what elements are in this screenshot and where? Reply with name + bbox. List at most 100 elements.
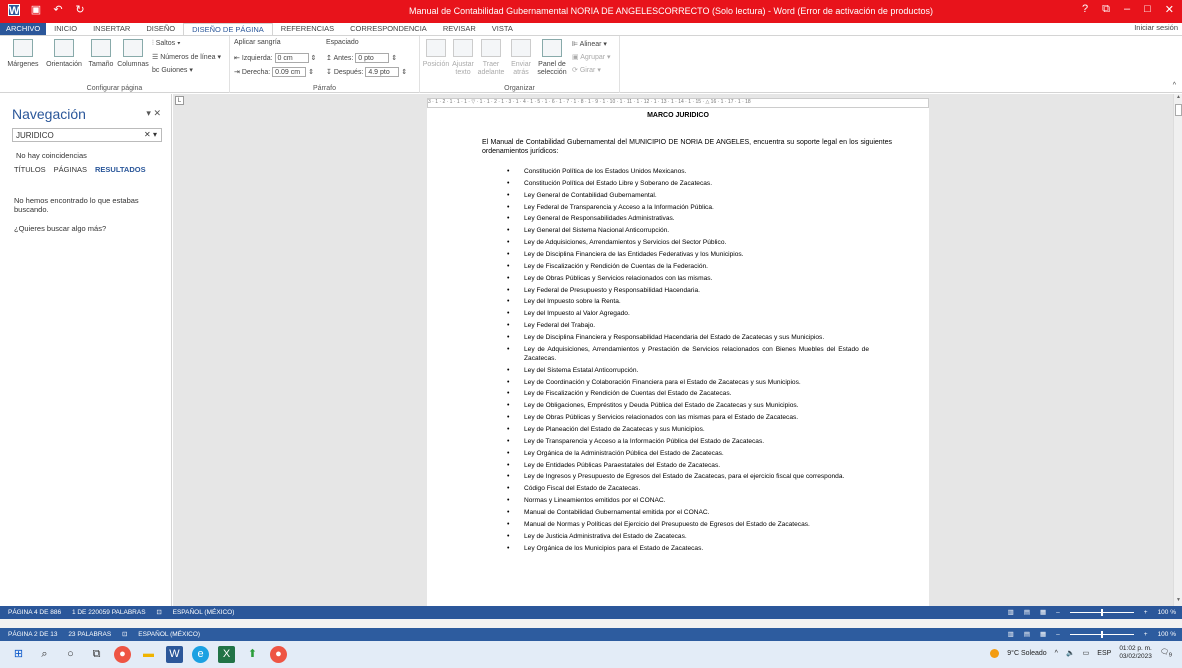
notifications-icon[interactable]: 🗨9: [1160, 648, 1172, 658]
hyphenation-button[interactable]: bc Guiones ▾: [152, 66, 193, 74]
maximize-button[interactable]: □: [1144, 3, 1151, 16]
nav-tab-results[interactable]: RESULTADOS: [95, 165, 146, 174]
position-button[interactable]: Posición: [422, 39, 450, 69]
zoom-in-icon[interactable]: +: [1144, 628, 1148, 641]
indent-left-input[interactable]: 0 cm: [274, 53, 309, 63]
tab-page-layout[interactable]: DISEÑO DE PÁGINA: [183, 23, 273, 35]
horizontal-ruler[interactable]: 3 · 1 · 2 · 1 · 1 · 1 · ▽ · 1 · 1 · 2 · …: [427, 98, 929, 108]
nav-tab-headings[interactable]: TÍTULOS: [14, 165, 46, 174]
nav-options-icon[interactable]: ▾: [146, 108, 151, 118]
bring-forward-icon: [481, 39, 501, 57]
edge-icon[interactable]: e: [192, 646, 209, 663]
proofing-icon[interactable]: ⊡: [122, 631, 127, 638]
zoom-out-icon[interactable]: –: [1056, 606, 1060, 619]
chrome-icon[interactable]: ●: [114, 646, 131, 663]
list-item: Ley de Obligaciones, Empréstitos y Deuda…: [507, 401, 869, 410]
zoom-level[interactable]: 100 %: [1158, 628, 1176, 641]
spacing-before-input[interactable]: 0 pto: [355, 53, 390, 63]
nav-search-input[interactable]: JURIDICO ✕ ▾: [12, 128, 162, 142]
page-count[interactable]: PÁGINA 2 DE 13: [8, 631, 58, 638]
page-count[interactable]: PÁGINA 4 DE 886: [8, 609, 61, 616]
spacing-after-input[interactable]: 4.9 pto: [365, 67, 400, 77]
tab-home[interactable]: INICIO: [46, 23, 85, 35]
zoom-level[interactable]: 100 %: [1158, 606, 1176, 619]
rotate-label: Girar: [579, 67, 596, 74]
document-page[interactable]: MARCO JURIDICO El Manual de Contabilidad…: [427, 108, 929, 606]
search-more-link[interactable]: ¿Quieres buscar algo más?: [14, 224, 106, 233]
weather-icon[interactable]: [990, 648, 1000, 658]
language-indicator[interactable]: ESPAÑOL (MÉXICO): [173, 609, 235, 616]
language-indicator[interactable]: ESPAÑOL (MÉXICO): [138, 631, 200, 638]
wrap-text-button[interactable]: Ajustar texto: [450, 39, 476, 77]
zoom-thumb[interactable]: [1100, 631, 1103, 638]
network-icon[interactable]: ▭: [1083, 649, 1090, 657]
read-mode-icon[interactable]: ▥: [1008, 628, 1014, 641]
list-item: Ley Federal de Presupuesto y Responsabil…: [507, 286, 869, 295]
zoom-slider[interactable]: [1069, 609, 1134, 616]
cortana-icon[interactable]: ○: [62, 646, 79, 663]
zoom-in-icon[interactable]: +: [1144, 606, 1148, 619]
rotate-button[interactable]: ⟳ Girar ▾: [572, 66, 601, 74]
scroll-down-icon[interactable]: ▼: [1174, 597, 1182, 606]
print-layout-icon[interactable]: ▤: [1024, 606, 1030, 619]
clear-search-icon[interactable]: ✕ ▾: [144, 130, 157, 139]
margins-button[interactable]: Márgenes: [6, 39, 40, 69]
align-button[interactable]: ⊫ Alinear ▾: [572, 40, 607, 48]
clock[interactable]: 01:02 p. m. 03/02/2023: [1119, 645, 1152, 661]
selection-pane-button[interactable]: Panel de selección: [536, 39, 568, 77]
group-button[interactable]: ▣ Agrupar ▾: [572, 53, 611, 61]
breaks-button[interactable]: ⫶ Saltos ▾: [152, 40, 181, 48]
word-icon[interactable]: W: [166, 646, 183, 663]
zoom-thumb[interactable]: [1100, 609, 1103, 616]
search-icon[interactable]: ⌕: [36, 646, 53, 663]
line-numbers-button[interactable]: ☰ Números de línea ▾: [152, 53, 221, 61]
scroll-up-icon[interactable]: ▲: [1174, 94, 1182, 103]
zoom-slider[interactable]: [1069, 631, 1134, 638]
tab-file[interactable]: ARCHIVO: [0, 23, 47, 35]
excel-icon[interactable]: X: [218, 646, 235, 663]
size-button[interactable]: Tamaño: [86, 39, 116, 69]
scroll-thumb[interactable]: [1175, 104, 1182, 116]
chrome-icon[interactable]: ●: [270, 646, 287, 663]
sign-in-link[interactable]: Iniciar sesión: [1134, 23, 1178, 32]
weather-text[interactable]: 9°C Soleado: [1007, 650, 1046, 657]
tab-design[interactable]: DISEÑO: [138, 23, 183, 35]
tab-insert[interactable]: INSERTAR: [85, 23, 138, 35]
tray-expand-icon[interactable]: ^: [1055, 650, 1058, 657]
web-layout-icon[interactable]: ▦: [1040, 606, 1046, 619]
collapse-ribbon-icon[interactable]: ^: [1173, 82, 1176, 89]
tab-selector-icon[interactable]: L: [175, 96, 184, 105]
close-button[interactable]: ✕: [1165, 3, 1174, 16]
green-app-icon[interactable]: ⬆: [244, 646, 261, 663]
nav-tab-pages[interactable]: PÁGINAS: [54, 165, 87, 174]
word-count[interactable]: 23 PALABRAS: [68, 631, 111, 638]
tab-view[interactable]: VISTA: [484, 23, 521, 35]
print-layout-icon[interactable]: ▤: [1024, 628, 1030, 641]
proofing-icon[interactable]: ⊡: [156, 609, 161, 616]
word-count[interactable]: 1 DE 220059 PALABRAS: [72, 609, 146, 616]
input-language[interactable]: ESP: [1097, 650, 1111, 657]
read-mode-icon[interactable]: ▥: [1008, 606, 1014, 619]
ribbon-tabs: ARCHIVO INICIO INSERTAR DISEÑO DISEÑO DE…: [0, 23, 1182, 35]
ribbon-display-button[interactable]: ⧉: [1102, 3, 1110, 16]
zoom-out-icon[interactable]: –: [1056, 628, 1060, 641]
vertical-scrollbar[interactable]: ▲ ▼: [1173, 94, 1182, 606]
tab-review[interactable]: REVISAR: [435, 23, 484, 35]
tab-mailings[interactable]: CORRESPONDENCIA: [342, 23, 435, 35]
orientation-button[interactable]: Orientación: [44, 39, 84, 69]
tab-references[interactable]: REFERENCIAS: [273, 23, 342, 35]
help-button[interactable]: ?: [1082, 3, 1088, 16]
arrange-label: Organizar: [504, 85, 535, 92]
bring-forward-button[interactable]: Traer adelante: [476, 39, 506, 77]
columns-button[interactable]: Columnas: [116, 39, 150, 69]
minimize-button[interactable]: –: [1124, 3, 1130, 16]
file-explorer-icon[interactable]: ▬: [140, 646, 157, 663]
windows-start-icon[interactable]: ⊞: [10, 646, 27, 663]
web-layout-icon[interactable]: ▦: [1040, 628, 1046, 641]
task-view-icon[interactable]: ⧉: [88, 646, 105, 663]
indent-right-input[interactable]: 0.09 cm: [272, 67, 307, 77]
close-nav-icon[interactable]: ✕: [153, 108, 161, 118]
speaker-icon[interactable]: 🔈: [1066, 649, 1075, 657]
send-backward-button[interactable]: Enviar atrás: [508, 39, 534, 77]
list-item: Ley de Fiscalización y Rendición de Cuen…: [507, 262, 869, 271]
